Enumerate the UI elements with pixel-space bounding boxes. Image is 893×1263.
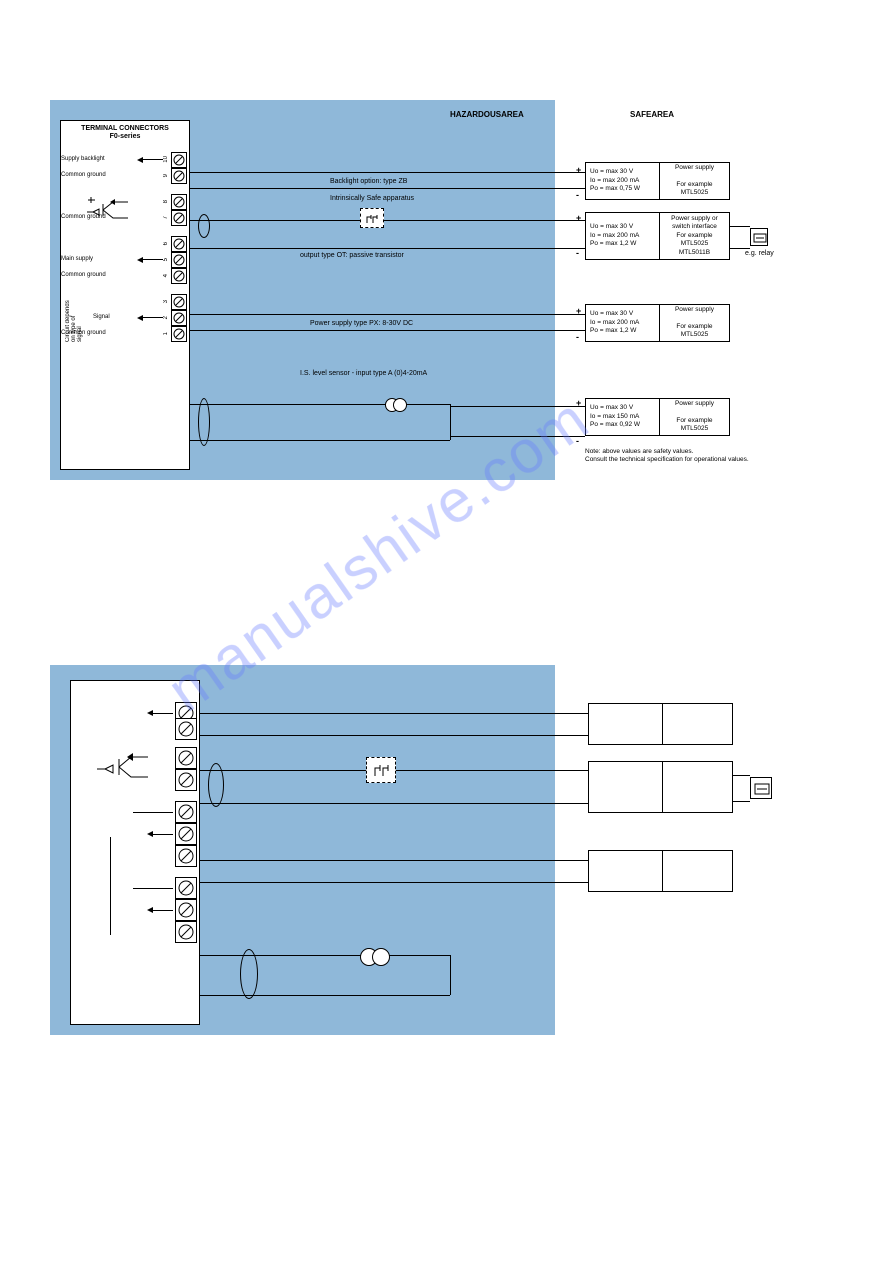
polarity-plus: + <box>576 165 581 175</box>
screw-terminal <box>171 168 187 184</box>
wire <box>200 735 588 736</box>
screw-terminal <box>175 899 197 921</box>
screw-terminal <box>171 310 187 326</box>
hazardous-heading: HAZARDOUSAREA <box>450 110 524 119</box>
wire <box>730 248 750 249</box>
polarity-minus: - <box>576 332 579 342</box>
screw-terminal <box>175 921 197 943</box>
wire <box>733 775 750 776</box>
wire <box>200 955 450 956</box>
wire <box>450 404 451 440</box>
wire <box>190 440 450 441</box>
wire <box>190 404 450 405</box>
safe-box-blank <box>588 850 733 892</box>
polarity-minus: - <box>576 190 579 200</box>
lbl-common-ground: Common ground <box>61 214 106 220</box>
txt-relay: e.g. relay <box>745 250 774 257</box>
wire <box>190 188 585 189</box>
relay-symbol <box>750 228 768 246</box>
wire <box>190 172 585 173</box>
terminal-box-blank <box>70 680 200 1025</box>
polarity-plus: + <box>576 306 581 316</box>
pin-6: 6 <box>163 242 169 245</box>
note-text: Note: above values are safety values. Co… <box>585 448 749 464</box>
relay-symbol <box>750 777 772 799</box>
wire <box>200 882 588 883</box>
screw-terminal <box>171 152 187 168</box>
pin-2: 2 <box>163 316 169 319</box>
screw-terminal <box>171 252 187 268</box>
txt-sensor: I.S. level sensor - input type A (0)4-20… <box>300 370 427 377</box>
pin-1: 1 <box>163 332 169 335</box>
screw-terminal <box>175 823 197 845</box>
pin-7: 7 <box>163 216 169 219</box>
polarity-minus: - <box>576 248 579 258</box>
safe-box-3: Uo = max 30 V Io = max 200 mA Po = max 1… <box>585 304 730 342</box>
wire <box>190 314 585 315</box>
cable-shield-icon <box>198 398 210 446</box>
lbl-main-supply: Main supply <box>61 256 93 262</box>
wire <box>200 995 450 996</box>
pin-5: 5 <box>163 258 169 261</box>
wire <box>733 801 750 802</box>
safe-box-4: Uo = max 30 V Io = max 150 mA Po = max 0… <box>585 398 730 436</box>
screw-terminal <box>171 268 187 284</box>
safe-box-2: Uo = max 30 V Io = max 200 mA Po = max 1… <box>585 212 730 260</box>
txt-is-apparatus: Intrinsically Safe apparatus <box>330 195 414 202</box>
screw-terminal <box>175 747 197 769</box>
txt-power: Power supply type PX: 8-30V DC <box>310 320 413 327</box>
lbl-common-ground: Common ground <box>61 172 106 178</box>
wire <box>190 330 585 331</box>
pin-3: 3 <box>163 300 169 303</box>
screw-terminal <box>171 194 187 210</box>
sensor-symbol <box>393 398 407 412</box>
wire <box>450 955 451 995</box>
is-apparatus-symbol <box>360 208 384 228</box>
wire <box>200 803 588 804</box>
lbl-signal: Signal <box>93 314 110 320</box>
screw-terminal <box>171 326 187 342</box>
cable-shield-icon <box>240 949 258 999</box>
polarity-plus: + <box>576 398 581 408</box>
pin-8: 8 <box>163 200 169 203</box>
screw-terminal <box>175 845 197 867</box>
polarity-plus: + <box>576 213 581 223</box>
screw-terminal <box>171 210 187 226</box>
wire <box>450 406 585 407</box>
cable-shield-icon <box>198 214 210 238</box>
txt-output: output type OT: passive transistor <box>300 252 404 259</box>
safe-heading: SAFEAREA <box>630 110 674 119</box>
txt-backlight: Backlight option: type ZB <box>330 178 407 185</box>
pin-9: 9 <box>163 174 169 177</box>
cable-shield-icon <box>208 763 224 807</box>
safe-box-blank <box>588 703 733 745</box>
wire <box>730 226 750 227</box>
safe-box-blank <box>588 761 733 813</box>
wire <box>200 713 588 714</box>
terminal-box: TERMINAL CONNECTORS F0-series Supply bac… <box>60 120 190 470</box>
safe-box-1: Uo = max 30 V Io = max 200 mA Po = max 0… <box>585 162 730 200</box>
sensor-symbol <box>372 948 390 966</box>
pin-4: 4 <box>163 274 169 277</box>
diagram-bottom <box>50 665 820 1045</box>
screw-terminal <box>171 236 187 252</box>
pin-10: 10 <box>163 156 169 163</box>
screw-terminal <box>171 294 187 310</box>
screw-terminal <box>175 877 197 899</box>
terminal-title: TERMINAL CONNECTORS F0-series <box>63 125 187 142</box>
polarity-minus: - <box>576 436 579 446</box>
screw-terminal <box>175 769 197 791</box>
wire <box>190 220 585 221</box>
lbl-common-ground: Common ground <box>61 272 106 278</box>
lbl-supply-backlight: Supply backlight <box>61 156 105 162</box>
wire <box>190 248 585 249</box>
diagram-top: HAZARDOUSAREA SAFEAREA TERMINAL CONNECTO… <box>50 100 820 505</box>
screw-terminal <box>175 718 197 740</box>
wire <box>110 837 111 935</box>
is-apparatus-symbol <box>366 757 396 783</box>
wire <box>450 436 585 437</box>
screw-terminal <box>175 801 197 823</box>
wire <box>200 860 588 861</box>
lbl-common-ground: Common ground <box>61 330 106 336</box>
